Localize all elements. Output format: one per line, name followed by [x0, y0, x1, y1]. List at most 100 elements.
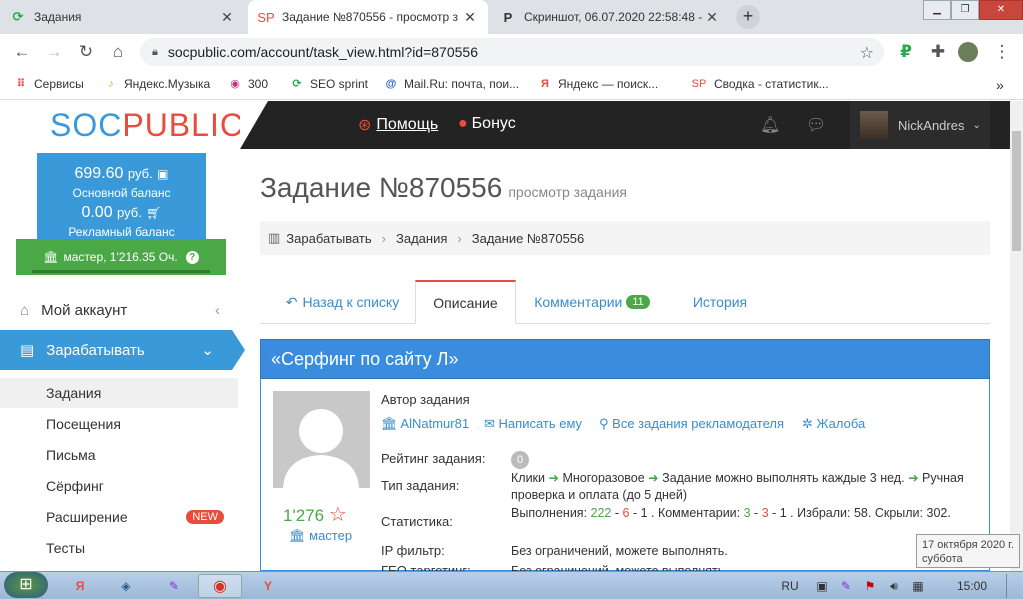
- bookmark-instagram[interactable]: ◉ 300: [228, 77, 268, 91]
- menu-icon[interactable]: ⋮: [992, 42, 1012, 62]
- bookmark-star-icon[interactable]: ☆: [860, 43, 874, 63]
- date-tooltip: 17 октября 2020 г. суббота: [916, 534, 1020, 568]
- tab-title: Скриншот, 06.07.2020 22:58:48 -: [524, 10, 703, 24]
- tray-flag-icon[interactable]: ⚑: [860, 574, 880, 598]
- menu-earn[interactable]: ▤ Зарабатывать ⌄: [0, 330, 232, 370]
- bookmark-yandex-music[interactable]: ♪ Яндекс.Музыка: [104, 77, 210, 91]
- reply-icon: ↶: [285, 293, 298, 310]
- user-menu[interactable]: NickAndres ⌄: [850, 101, 990, 149]
- ad-balance-label: Рекламный баланс: [68, 225, 175, 239]
- bar-chart-icon: ▥: [268, 230, 281, 245]
- bookmark-seo-sprint[interactable]: ⟳ SEO sprint: [290, 77, 368, 91]
- submenu-visits[interactable]: Посещения: [0, 409, 240, 439]
- volume-icon[interactable]: 🔊︎: [884, 574, 904, 598]
- ad-balance-value: 0.00: [81, 204, 113, 221]
- browser-tab-tasks[interactable]: ⟳ Задания ✕: [0, 0, 245, 34]
- scrollbar-thumb[interactable]: [1012, 131, 1021, 251]
- submenu-label: Тесты: [46, 540, 86, 556]
- stats-done-other: 1: [640, 506, 648, 520]
- yandex-taskbar-icon[interactable]: Я: [62, 574, 98, 598]
- tab-description[interactable]: Описание: [415, 280, 516, 324]
- close-tab-icon[interactable]: ✕: [704, 9, 720, 26]
- start-button[interactable]: ⊞: [4, 572, 48, 598]
- language-indicator[interactable]: RU: [776, 574, 804, 598]
- complaint-link[interactable]: ✲ Жалоба: [802, 416, 865, 432]
- address-bar[interactable]: 🔒︎ socpublic.com/account/task_view.html?…: [140, 38, 884, 66]
- breadcrumb-current: Задание №870556: [471, 230, 585, 246]
- write-label: Написать ему: [498, 416, 583, 431]
- show-desktop-button[interactable]: [1006, 574, 1020, 598]
- all-tasks-link[interactable]: ⚲ Все задания рекламодателя: [599, 416, 784, 432]
- home-icon[interactable]: ⌂: [108, 42, 128, 62]
- bookmark-label: Сводка - статистик...: [714, 77, 829, 91]
- author-rank[interactable]: 🏛︎ мастер: [289, 528, 352, 544]
- bell-icon[interactable]: 🔔︎: [760, 115, 780, 135]
- tab-title: Задание №870556 - просмотр з: [282, 10, 459, 24]
- site-logo[interactable]: SOCPUBLIC: [50, 107, 244, 144]
- comments-count-badge: 11: [626, 295, 650, 309]
- bookmark-apps[interactable]: ⠿ Сервисы: [14, 77, 84, 91]
- reload-icon[interactable]: ↻: [76, 42, 96, 62]
- chrome-taskbar-icon[interactable]: ◉: [198, 574, 242, 598]
- rating-badge: 0: [511, 451, 529, 469]
- ruble-extension-icon[interactable]: ₽: [896, 42, 916, 62]
- page-scrollbar[interactable]: [1010, 101, 1023, 571]
- bonus-link[interactable]: ● Бонус: [458, 115, 516, 133]
- author-link[interactable]: 🏛︎ AlNatmur81: [381, 416, 469, 432]
- submenu-surfing[interactable]: Сёрфинг: [0, 471, 240, 501]
- yandex-browser-taskbar-icon[interactable]: Y: [250, 574, 286, 598]
- breadcrumb-tasks[interactable]: Задания: [396, 231, 447, 246]
- app-taskbar-icon[interactable]: ◈: [108, 574, 144, 598]
- close-window-button[interactable]: ✕: [979, 0, 1023, 20]
- currency: руб.: [117, 205, 142, 220]
- tab-comments[interactable]: Комментарии 11: [522, 280, 662, 324]
- forward-icon[interactable]: →: [44, 42, 64, 62]
- tray-monitor-icon[interactable]: ▣: [812, 574, 832, 598]
- tab-history[interactable]: История: [680, 280, 760, 324]
- help-circle-icon[interactable]: ?: [185, 250, 199, 264]
- bookmark-yandex[interactable]: Я Яндекс — поиск...: [538, 77, 658, 91]
- tab-back-to-list[interactable]: ↶ Назад к списку: [270, 280, 415, 324]
- rating-label: Рейтинг задания:: [381, 451, 486, 466]
- bonus-label: Бонус: [471, 115, 516, 132]
- minimize-button[interactable]: ▁: [923, 0, 951, 20]
- yandex-icon: Я: [541, 78, 549, 90]
- instagram-icon: ◉: [230, 78, 240, 90]
- pen-taskbar-icon[interactable]: ✎: [156, 574, 192, 598]
- clock[interactable]: 15:00: [950, 574, 994, 598]
- chevron-left-icon: ‹: [215, 301, 220, 319]
- submenu-tasks[interactable]: Задания: [0, 378, 238, 408]
- new-tab-button[interactable]: +: [736, 5, 760, 29]
- restore-button[interactable]: ❐: [951, 0, 979, 20]
- type-label: Тип задания:: [381, 478, 460, 493]
- write-message-link[interactable]: ✉ Написать ему: [484, 416, 582, 432]
- stats-comments-positive: 3: [743, 506, 751, 520]
- star-icon: ☆: [328, 504, 347, 526]
- author-rank-text: мастер: [309, 528, 353, 543]
- help-link[interactable]: ⊛ Помощь: [358, 115, 438, 135]
- tray-pen-icon[interactable]: ✎: [836, 574, 856, 598]
- submenu-tests[interactable]: Тесты: [0, 533, 240, 563]
- bookmark-mailru[interactable]: @ Mail.Ru: почта, пои...: [384, 77, 519, 91]
- extensions-icon[interactable]: ✚: [928, 42, 948, 62]
- close-tab-icon[interactable]: ✕: [462, 9, 478, 26]
- socpublic-icon: SP: [257, 9, 275, 25]
- url-text: socpublic.com/account/task_view.html?id=…: [167, 44, 478, 60]
- lifebuoy-icon: ⊛: [358, 117, 372, 134]
- bookmark-socpublic[interactable]: SP Сводка - статистик...: [690, 77, 829, 91]
- menu-my-account[interactable]: ⌂ Мой аккаунт ‹: [0, 290, 240, 330]
- submenu-letters[interactable]: Письма: [0, 440, 240, 470]
- bookmarks-more-button[interactable]: »: [996, 77, 1004, 93]
- network-icon[interactable]: ▦: [908, 574, 928, 598]
- browser-tab-task-view[interactable]: SP Задание №870556 - просмотр з ✕: [248, 0, 488, 34]
- close-tab-icon[interactable]: ✕: [219, 9, 235, 26]
- rank-bar[interactable]: 🏛︎ мастер, 1'216.35 Оч. ?: [16, 239, 226, 275]
- breadcrumb-earn[interactable]: Зарабатывать: [286, 231, 371, 246]
- browser-tab-screenshot[interactable]: P Скриншот, 06.07.2020 22:58:48 - ✕: [490, 0, 730, 34]
- submenu-extension[interactable]: Расширение NEW: [0, 502, 240, 532]
- chevron-right-icon: ›: [457, 230, 462, 246]
- back-icon[interactable]: ←: [12, 42, 32, 62]
- page-subtitle: просмотр задания: [508, 184, 627, 200]
- profile-avatar[interactable]: [958, 42, 978, 62]
- chat-icon[interactable]: 💬︎: [806, 115, 826, 135]
